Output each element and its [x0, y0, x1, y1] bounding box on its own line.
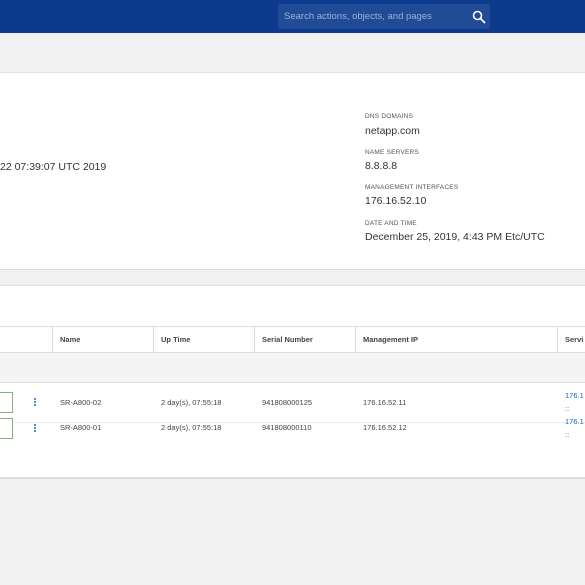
service-ipv6-link[interactable]: ::	[565, 404, 569, 413]
global-search-box[interactable]	[278, 4, 490, 29]
column-header-serial-number[interactable]: Serial Number	[262, 335, 313, 344]
table-body: SR-A800-02 2 day(s), 07:55:18 9418080001…	[0, 383, 585, 461]
date-time-value: December 25, 2019, 4:43 PM Etc/UTC	[365, 231, 545, 243]
column-divider	[52, 327, 53, 352]
nodes-table-card: Name Up Time Serial Number Management IP…	[0, 285, 585, 479]
node-management-ip: 176.16.52.11	[363, 398, 407, 407]
column-header-up-time[interactable]: Up Time	[161, 335, 190, 344]
node-name: SR-A800-01	[60, 423, 102, 432]
name-servers-value: 8.8.8.8	[365, 160, 398, 172]
dns-domains-label: DNS DOMAINS	[365, 113, 414, 120]
name-servers-label: NAME SERVERS	[365, 149, 419, 156]
service-ip-link[interactable]: 176.1	[565, 391, 584, 400]
row-select-checkbox[interactable]	[0, 392, 13, 413]
table-group-band	[0, 353, 585, 383]
cluster-overview-card: 22 07:39:07 UTC 2019 DNS DOMAINS netapp.…	[0, 72, 585, 270]
column-header-name[interactable]: Name	[60, 335, 80, 344]
node-serial: 941808000125	[262, 398, 313, 407]
management-interfaces-value: 176.16.52.10	[365, 195, 427, 207]
node-uptime: 2 day(s), 07:55:18	[161, 423, 222, 432]
column-header-management-ip[interactable]: Management IP	[363, 335, 418, 344]
boot-time-value: 22 07:39:07 UTC 2019	[0, 161, 107, 173]
service-ip-link[interactable]: 176.1	[565, 417, 584, 426]
row-select-checkbox[interactable]	[0, 418, 13, 439]
row-actions-kebab-icon[interactable]	[33, 398, 37, 408]
node-management-ip: 176.16.52.12	[363, 423, 407, 432]
row-actions-kebab-icon[interactable]	[33, 424, 37, 434]
search-icon[interactable]	[472, 10, 486, 24]
service-ipv6-link[interactable]: ::	[565, 430, 569, 439]
table-bottom-border	[0, 477, 585, 478]
date-time-label: DATE AND TIME	[365, 220, 417, 227]
column-divider	[254, 327, 255, 352]
column-divider	[557, 327, 558, 352]
node-uptime: 2 day(s), 07:55:18	[161, 398, 222, 407]
column-divider	[355, 327, 356, 352]
column-header-service[interactable]: Servi	[565, 335, 583, 344]
search-input[interactable]	[284, 4, 459, 29]
node-serial: 941808000110	[262, 423, 312, 432]
dns-domains-value: netapp.com	[365, 125, 420, 137]
node-name: SR-A800-02	[60, 398, 102, 407]
management-interfaces-label: MANAGEMENT INTERFACES	[365, 184, 459, 191]
top-navigation-bar	[0, 0, 585, 33]
column-divider	[153, 327, 154, 352]
table-header-top-border	[0, 326, 585, 327]
